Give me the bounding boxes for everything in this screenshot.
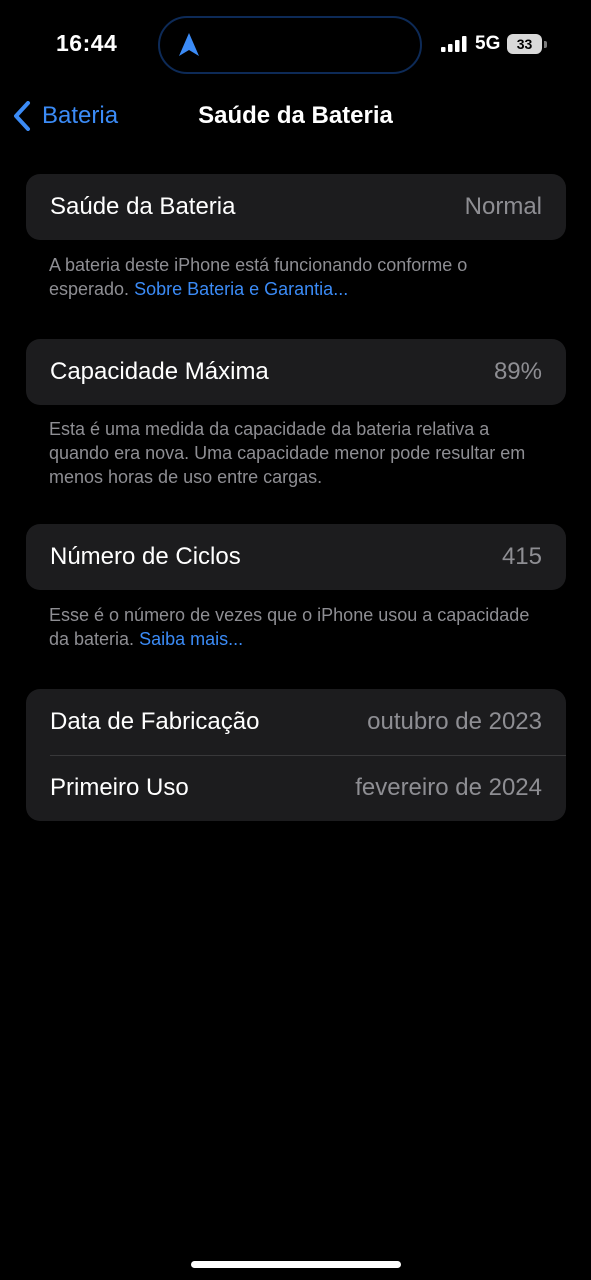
signal-icon <box>441 36 467 52</box>
cycle-count-value: 415 <box>501 543 542 570</box>
status-time: 16:44 <box>56 30 118 56</box>
back-button[interactable]: Bateria <box>12 96 118 136</box>
battery-health-group: Saúde da Bateria Normal <box>26 174 566 240</box>
back-label: Bateria <box>42 102 119 129</box>
navigation-bar: Saúde da Bateria Bateria <box>0 90 591 142</box>
battery-level: 33 <box>516 36 533 52</box>
first-use-label: Primeiro Uso <box>50 774 189 801</box>
battery-health-footnote: A bateria deste iPhone está funcionando … <box>49 253 549 301</box>
status-bar: 16:44 5G 33 <box>0 0 591 90</box>
first-use-value: fevereiro de 2024 <box>355 774 542 801</box>
maximum-capacity-label: Capacidade Máxima <box>50 358 269 385</box>
navigation-arrow-icon <box>179 33 199 56</box>
dates-group: Data de Fabricação outubro de 2023 Prime… <box>26 689 566 821</box>
cycle-count-label: Número de Ciclos <box>50 543 241 570</box>
manufacture-date-value: outubro de 2023 <box>367 708 542 735</box>
manufacture-date-label: Data de Fabricação <box>50 708 260 735</box>
learn-more-link[interactable]: Saiba mais... <box>139 629 243 649</box>
battery-warranty-link[interactable]: Sobre Bateria e Garantia... <box>134 279 348 299</box>
chevron-left-icon <box>14 101 30 131</box>
cycle-count-description: Esse é o número de vezes que o iPhone us… <box>49 605 530 649</box>
maximum-capacity-value: 89% <box>493 358 542 385</box>
home-indicator[interactable] <box>191 1261 401 1268</box>
manufacture-date-row: Data de Fabricação outubro de 2023 <box>26 689 566 755</box>
maximum-capacity-group: Capacidade Máxima 89% <box>26 339 566 405</box>
maximum-capacity-footnote: Esta é uma medida da capacidade da bater… <box>49 417 549 489</box>
battery-cap <box>544 41 547 48</box>
battery-health-row: Saúde da Bateria Normal <box>26 174 566 240</box>
cycle-count-group: Número de Ciclos 415 <box>26 524 566 590</box>
maximum-capacity-description: Esta é uma medida da capacidade da bater… <box>49 419 526 487</box>
maximum-capacity-row: Capacidade Máxima 89% <box>26 339 566 405</box>
cycle-count-footnote: Esse é o número de vezes que o iPhone us… <box>49 603 549 651</box>
battery-health-label: Saúde da Bateria <box>50 193 236 220</box>
cycle-count-row: Número de Ciclos 415 <box>26 524 566 590</box>
battery-health-value: Normal <box>464 193 542 220</box>
network-type: 5G <box>475 33 501 54</box>
battery-icon: 33 <box>507 34 547 54</box>
first-use-row: Primeiro Uso fevereiro de 2024 <box>26 755 566 821</box>
dynamic-island[interactable] <box>158 16 422 74</box>
